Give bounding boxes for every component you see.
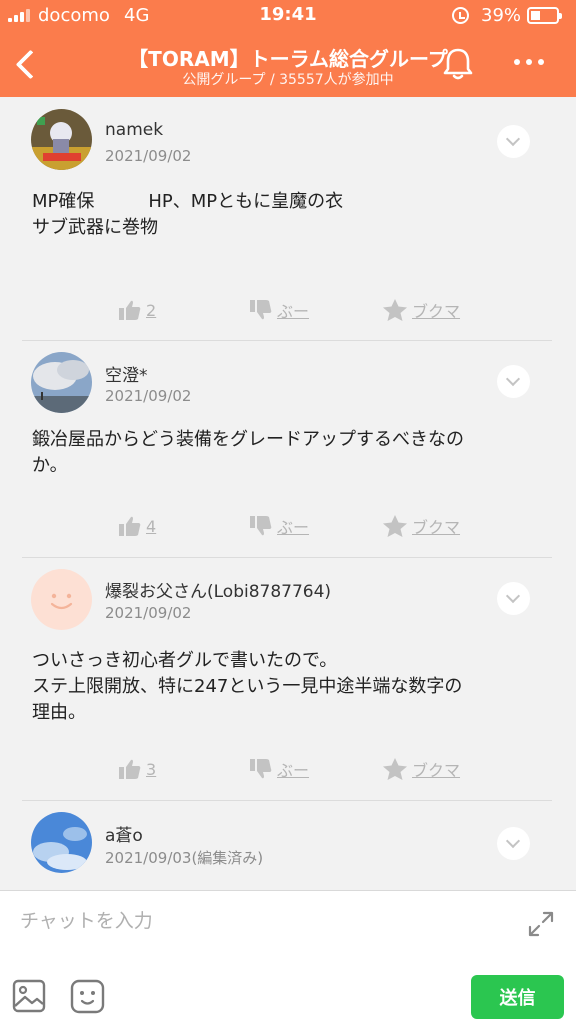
thumbs-up-icon: [119, 300, 141, 320]
post-date: 2021/09/02: [105, 147, 192, 165]
divider: [22, 557, 552, 558]
post-actions: 2 ぶー ブクマ: [0, 297, 576, 323]
post-menu-button[interactable]: [497, 125, 530, 158]
post-date: 2021/09/03(編集済み): [105, 849, 264, 867]
bookmark-button[interactable]: ブクマ: [382, 297, 460, 323]
like-count: 2: [146, 300, 157, 320]
avatar[interactable]: [31, 352, 92, 413]
chat-input[interactable]: [0, 891, 510, 951]
post-actions: 3 ぶー ブクマ: [0, 756, 576, 782]
bookmark-label: ブクマ: [412, 761, 461, 780]
dislike-button[interactable]: ぶー: [249, 756, 309, 782]
thumbs-up-icon: [119, 516, 141, 536]
post-menu-button[interactable]: [497, 827, 530, 860]
dislike-button[interactable]: ぶー: [249, 513, 309, 539]
post-body: MP確保 HP、MPともに皇魔の衣 サブ武器に巻物: [32, 191, 344, 238]
post-author[interactable]: namek: [105, 120, 163, 140]
avatar[interactable]: [31, 109, 92, 170]
like-button[interactable]: 3: [118, 756, 156, 782]
post-menu-button[interactable]: [497, 365, 530, 398]
chat-composer: 送信: [0, 890, 576, 1024]
dislike-label: ぶー: [277, 302, 310, 321]
like-count: 3: [146, 759, 157, 779]
expand-button[interactable]: [526, 909, 556, 939]
post-author[interactable]: a蒼o: [105, 821, 143, 846]
bookmark-button[interactable]: ブクマ: [382, 756, 460, 782]
send-button[interactable]: 送信: [471, 975, 564, 1019]
avatar[interactable]: [31, 812, 92, 873]
status-bar: docomo 4G 19:41 39%: [0, 0, 576, 30]
bookmark-button[interactable]: ブクマ: [382, 513, 460, 539]
thumbs-up-icon: [119, 759, 141, 779]
group-subtitle: 公開グループ / 35557人が参加中: [182, 72, 394, 88]
post-body: 鍛冶屋品からどう装備をグレードアップするべきなの か。: [32, 429, 464, 476]
post-author[interactable]: 爆裂お父さん(Lobi8787764): [105, 577, 331, 602]
back-button[interactable]: [8, 44, 44, 84]
dislike-label: ぶー: [277, 518, 310, 537]
star-icon: [383, 299, 407, 321]
like-button[interactable]: 4: [118, 513, 156, 539]
bell-icon: [443, 48, 473, 80]
more-icon: [514, 59, 520, 65]
post-menu-button[interactable]: [497, 582, 530, 615]
post-date: 2021/09/02: [105, 604, 192, 622]
more-button[interactable]: [514, 52, 554, 72]
thumbs-down-icon: [250, 300, 272, 320]
post-body: ついさっき初心者グルで書いたので。 ステ上限開放、特に247という一見中途半端な…: [32, 650, 463, 723]
bookmark-label: ブクマ: [412, 518, 461, 537]
image-button[interactable]: [12, 979, 46, 1013]
image-icon: [12, 979, 46, 1013]
stamp-button[interactable]: [70, 979, 105, 1014]
battery-percent: 39%: [481, 5, 522, 26]
bookmark-label: ブクマ: [412, 302, 461, 321]
group-title: 【TORAM】トーラム総合グループ: [128, 47, 448, 71]
star-icon: [383, 758, 407, 780]
post-author[interactable]: 空澄*: [105, 361, 148, 386]
star-icon: [383, 515, 407, 537]
post-actions: 4 ぶー ブクマ: [0, 513, 576, 539]
stamp-icon: [70, 979, 105, 1014]
battery-icon: [527, 7, 562, 24]
like-button[interactable]: 2: [118, 297, 156, 323]
thumbs-down-icon: [250, 759, 272, 779]
rotation-lock-icon: [452, 7, 469, 24]
divider: [22, 800, 552, 801]
app-header: docomo 4G 19:41 39% 【TORAM】トーラム総合グループ 公開…: [0, 0, 576, 97]
post-date: 2021/09/02: [105, 387, 192, 405]
thumbs-down-icon: [250, 516, 272, 536]
expand-icon: [528, 911, 554, 937]
divider: [22, 340, 552, 341]
avatar[interactable]: [31, 569, 92, 630]
dislike-label: ぶー: [277, 761, 310, 780]
notification-button[interactable]: [438, 44, 478, 84]
dislike-button[interactable]: ぶー: [249, 297, 309, 323]
like-count: 4: [146, 516, 157, 536]
message-list[interactable]: namek 2021/09/02 MP確保 HP、MPともに皇魔の衣 サブ武器に…: [0, 97, 576, 890]
